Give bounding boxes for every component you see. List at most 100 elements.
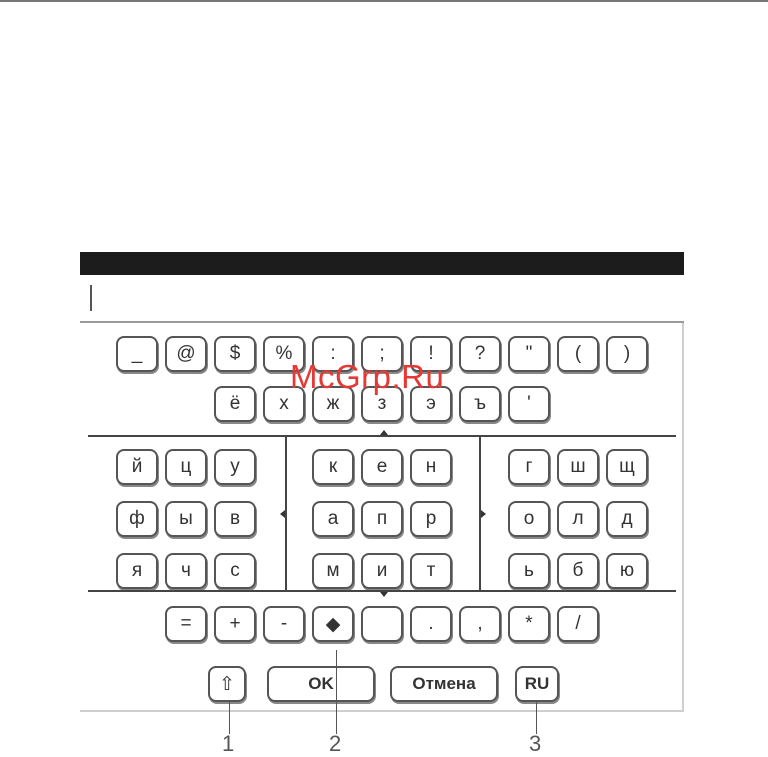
key-symbol-1[interactable]: @ — [165, 336, 207, 372]
key-center-block-1-1[interactable]: п — [361, 501, 403, 537]
key-left-block-1-1-label: ы — [179, 508, 193, 529]
scroll-up-arrow-icon[interactable] — [380, 430, 388, 435]
key-right-block-2-0[interactable]: ь — [508, 553, 550, 589]
shift-key-label: ⇧ — [219, 673, 235, 695]
key-operator-5-label: . — [428, 613, 434, 634]
key-operator-6[interactable]: , — [459, 606, 501, 642]
title-bar — [80, 252, 684, 275]
scroll-right-arrow-icon[interactable] — [481, 510, 486, 518]
key-right-block-1-0-label: о — [523, 508, 535, 529]
key-left-block-1-2[interactable]: в — [214, 501, 256, 537]
callout-line-2 — [336, 650, 337, 734]
key-right-block-1-2-label: д — [621, 508, 633, 529]
key-extra-5[interactable]: ъ — [459, 386, 501, 422]
key-extra-5-label: ъ — [474, 393, 486, 414]
ok-button[interactable]: OK — [267, 666, 375, 702]
on-screen-keyboard-dialog: _ @ $%:;!? "() ё х ж з э ъ ' й ц у ф ы в я ч с к е н а п р м и т г ш щ о… — [80, 252, 684, 712]
key-left-block-2-1[interactable]: ч — [165, 553, 207, 589]
key-operator-0[interactable]: = — [165, 606, 207, 642]
key-right-block-1-2[interactable]: д — [606, 501, 648, 537]
key-left-block-2-0[interactable]: я — [116, 553, 158, 589]
backspace-key[interactable]: ◆ — [312, 606, 354, 642]
key-left-block-0-2[interactable]: у — [214, 449, 256, 485]
key-symbol-10-label: ) — [623, 343, 631, 364]
key-center-block-1-2-label: р — [425, 508, 437, 529]
key-left-block-1-2-label: в — [229, 508, 241, 529]
key-right-block-2-1[interactable]: б — [557, 553, 599, 589]
key-right-block-2-2[interactable]: ю — [606, 553, 648, 589]
key-symbol-9-label: ( — [574, 343, 582, 364]
key-right-block-0-0[interactable]: г — [508, 449, 550, 485]
watermark: McGrp.Ru — [290, 358, 445, 395]
key-center-block-2-0-label: м — [326, 560, 340, 581]
key-center-block-2-2[interactable]: т — [410, 553, 452, 589]
key-operator-7[interactable]: * — [508, 606, 550, 642]
key-left-block-1-1[interactable]: ы — [165, 501, 207, 537]
key-center-block-1-2[interactable]: р — [410, 501, 452, 537]
key-left-block-2-2-label: с — [230, 560, 240, 581]
divider-left-center — [285, 437, 287, 590]
key-right-block-0-1[interactable]: ш — [557, 449, 599, 485]
key-operator-8[interactable]: / — [557, 606, 599, 642]
callout-line-1 — [229, 700, 230, 734]
key-center-block-1-0[interactable]: а — [312, 501, 354, 537]
key-operator-1-label: + — [229, 613, 241, 634]
key-center-block-2-0[interactable]: м — [312, 553, 354, 589]
text-input-field[interactable] — [80, 275, 684, 323]
key-extra-3-label: з — [377, 393, 387, 414]
key-symbol-7[interactable]: ? — [459, 336, 501, 372]
key-left-block-1-0[interactable]: ф — [116, 501, 158, 537]
key-extra-0[interactable]: ё — [214, 386, 256, 422]
scroll-left-arrow-icon[interactable] — [280, 510, 285, 518]
callout-line-3 — [536, 700, 537, 734]
key-symbol-0[interactable]: _ — [116, 336, 158, 372]
key-operator-1[interactable]: + — [214, 606, 256, 642]
key-extra-4-label: э — [426, 393, 436, 414]
space-key[interactable] — [361, 606, 403, 642]
key-center-block-1-1-label: п — [376, 508, 388, 529]
language-switch-button[interactable]: RU — [515, 666, 559, 702]
key-center-block-2-1-label: и — [376, 560, 388, 581]
key-symbol-2-label: $ — [229, 343, 241, 364]
key-operator-5[interactable]: . — [410, 606, 452, 642]
key-right-block-1-0[interactable]: о — [508, 501, 550, 537]
callout-number-1: 1 — [222, 731, 235, 756]
key-center-block-0-0[interactable]: к — [312, 449, 354, 485]
key-center-block-0-2-label: н — [425, 456, 437, 477]
key-operator-6-label: , — [477, 613, 483, 634]
key-symbol-0-label: _ — [131, 343, 143, 364]
key-symbol-7-label: ? — [474, 343, 486, 364]
key-left-block-1-0-label: ф — [129, 508, 145, 529]
key-extra-1-label: х — [279, 393, 289, 414]
key-left-block-0-0[interactable]: й — [116, 449, 158, 485]
callout-number-2: 2 — [329, 731, 342, 756]
key-operator-2[interactable]: - — [263, 606, 305, 642]
key-extra-0-label: ё — [229, 393, 241, 414]
backspace-key-label: ◆ — [325, 613, 341, 635]
key-right-block-0-0-label: г — [525, 456, 533, 477]
key-right-block-0-2-label: щ — [619, 456, 635, 477]
key-right-block-0-2[interactable]: щ — [606, 449, 648, 485]
key-symbol-1-label: @ — [176, 343, 196, 364]
key-symbol-8[interactable]: " — [508, 336, 550, 372]
key-extra-6[interactable]: ' — [508, 386, 550, 422]
shift-key[interactable]: ⇧ — [208, 666, 246, 702]
key-right-block-1-1[interactable]: л — [557, 501, 599, 537]
key-symbol-9[interactable]: ( — [557, 336, 599, 372]
key-center-block-0-1[interactable]: е — [361, 449, 403, 485]
cancel-button[interactable]: Отмена — [390, 666, 498, 702]
key-extra-6-label: ' — [527, 393, 531, 414]
key-symbol-2[interactable]: $ — [214, 336, 256, 372]
key-extra-2-label: ж — [326, 393, 340, 414]
key-left-block-0-1[interactable]: ц — [165, 449, 207, 485]
key-left-block-2-0-label: я — [131, 560, 143, 581]
key-center-block-1-0-label: а — [327, 508, 339, 529]
key-symbol-10[interactable]: ) — [606, 336, 648, 372]
key-center-block-2-1[interactable]: и — [361, 553, 403, 589]
key-center-block-0-2[interactable]: н — [410, 449, 452, 485]
key-left-block-0-1-label: ц — [180, 456, 192, 477]
scroll-down-arrow-icon[interactable] — [380, 592, 388, 597]
key-left-block-2-2[interactable]: с — [214, 553, 256, 589]
callout-number-3: 3 — [529, 731, 542, 756]
key-operator-7-label: * — [525, 613, 533, 634]
